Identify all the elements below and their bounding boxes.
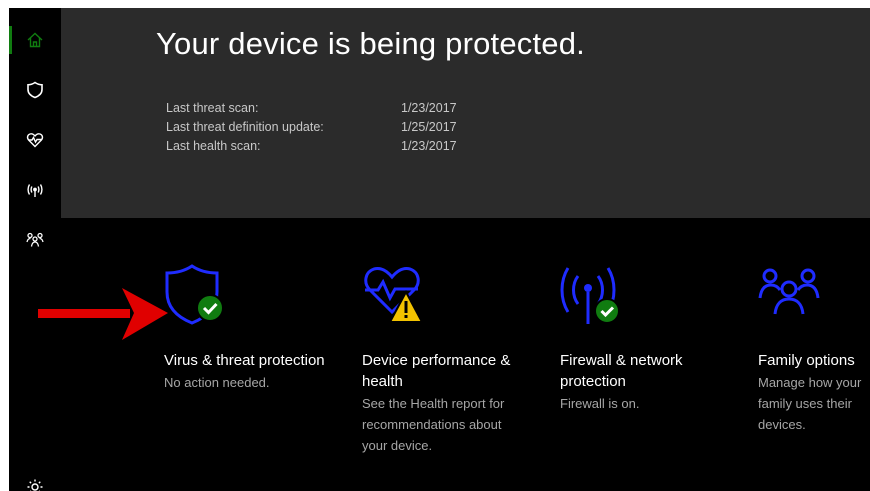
tile-family-options[interactable]: Family options Manage how your family us… [758,262,870,435]
tile-virus-threat-protection[interactable]: Virus & threat protection No action need… [164,262,344,393]
device-health-warning-icon [364,267,424,323]
tile-description: See the Health report for recommendation… [362,396,505,453]
wireless-icon [27,184,43,197]
tile-title: Virus & threat protection [164,352,325,369]
tile-title: Device performance & health [362,352,511,390]
shield-icon [27,81,43,99]
status-value: 1/23/2017 [401,139,457,153]
tile-title: Firewall & network protection [560,352,683,390]
sidebar-item-device-health[interactable] [9,120,61,160]
tile-firewall-network-protection[interactable]: Firewall & network protection Firewall i… [560,262,730,414]
sidebar-item-virus-protection[interactable] [9,70,61,110]
sidebar-item-firewall[interactable] [9,170,61,210]
tile-title: Family options [758,352,855,369]
sidebar-item-settings[interactable] [9,470,61,491]
window-left-border [0,0,9,491]
firewall-check-icon [560,267,620,324]
status-label: Last health scan: [166,139,261,153]
status-label: Last threat definition update: [166,120,324,134]
family-icon [26,232,44,247]
red-arrow-annotation [38,288,168,340]
tile-description: No action needed. [164,375,270,390]
home-icon [27,32,43,48]
sidebar-item-home[interactable] [9,20,61,60]
page-title: Your device is being protected. [156,26,585,61]
virus-shield-check-icon [165,264,224,325]
tile-device-performance-health[interactable]: Device performance & health See the Heal… [362,262,512,456]
status-label: Last threat scan: [166,101,259,115]
status-value: 1/25/2017 [401,120,457,134]
family-options-icon [758,268,820,315]
tile-description: Firewall is on. [560,396,640,411]
sidebar [9,8,61,491]
heart-icon [26,133,44,148]
gear-icon [27,479,43,491]
window-top-border [0,0,870,8]
tile-description: Manage how your family uses their device… [758,375,862,432]
status-banner: Your device is being protected. Last thr… [61,8,870,218]
sidebar-item-family[interactable] [9,220,61,260]
status-value: 1/23/2017 [401,101,457,115]
